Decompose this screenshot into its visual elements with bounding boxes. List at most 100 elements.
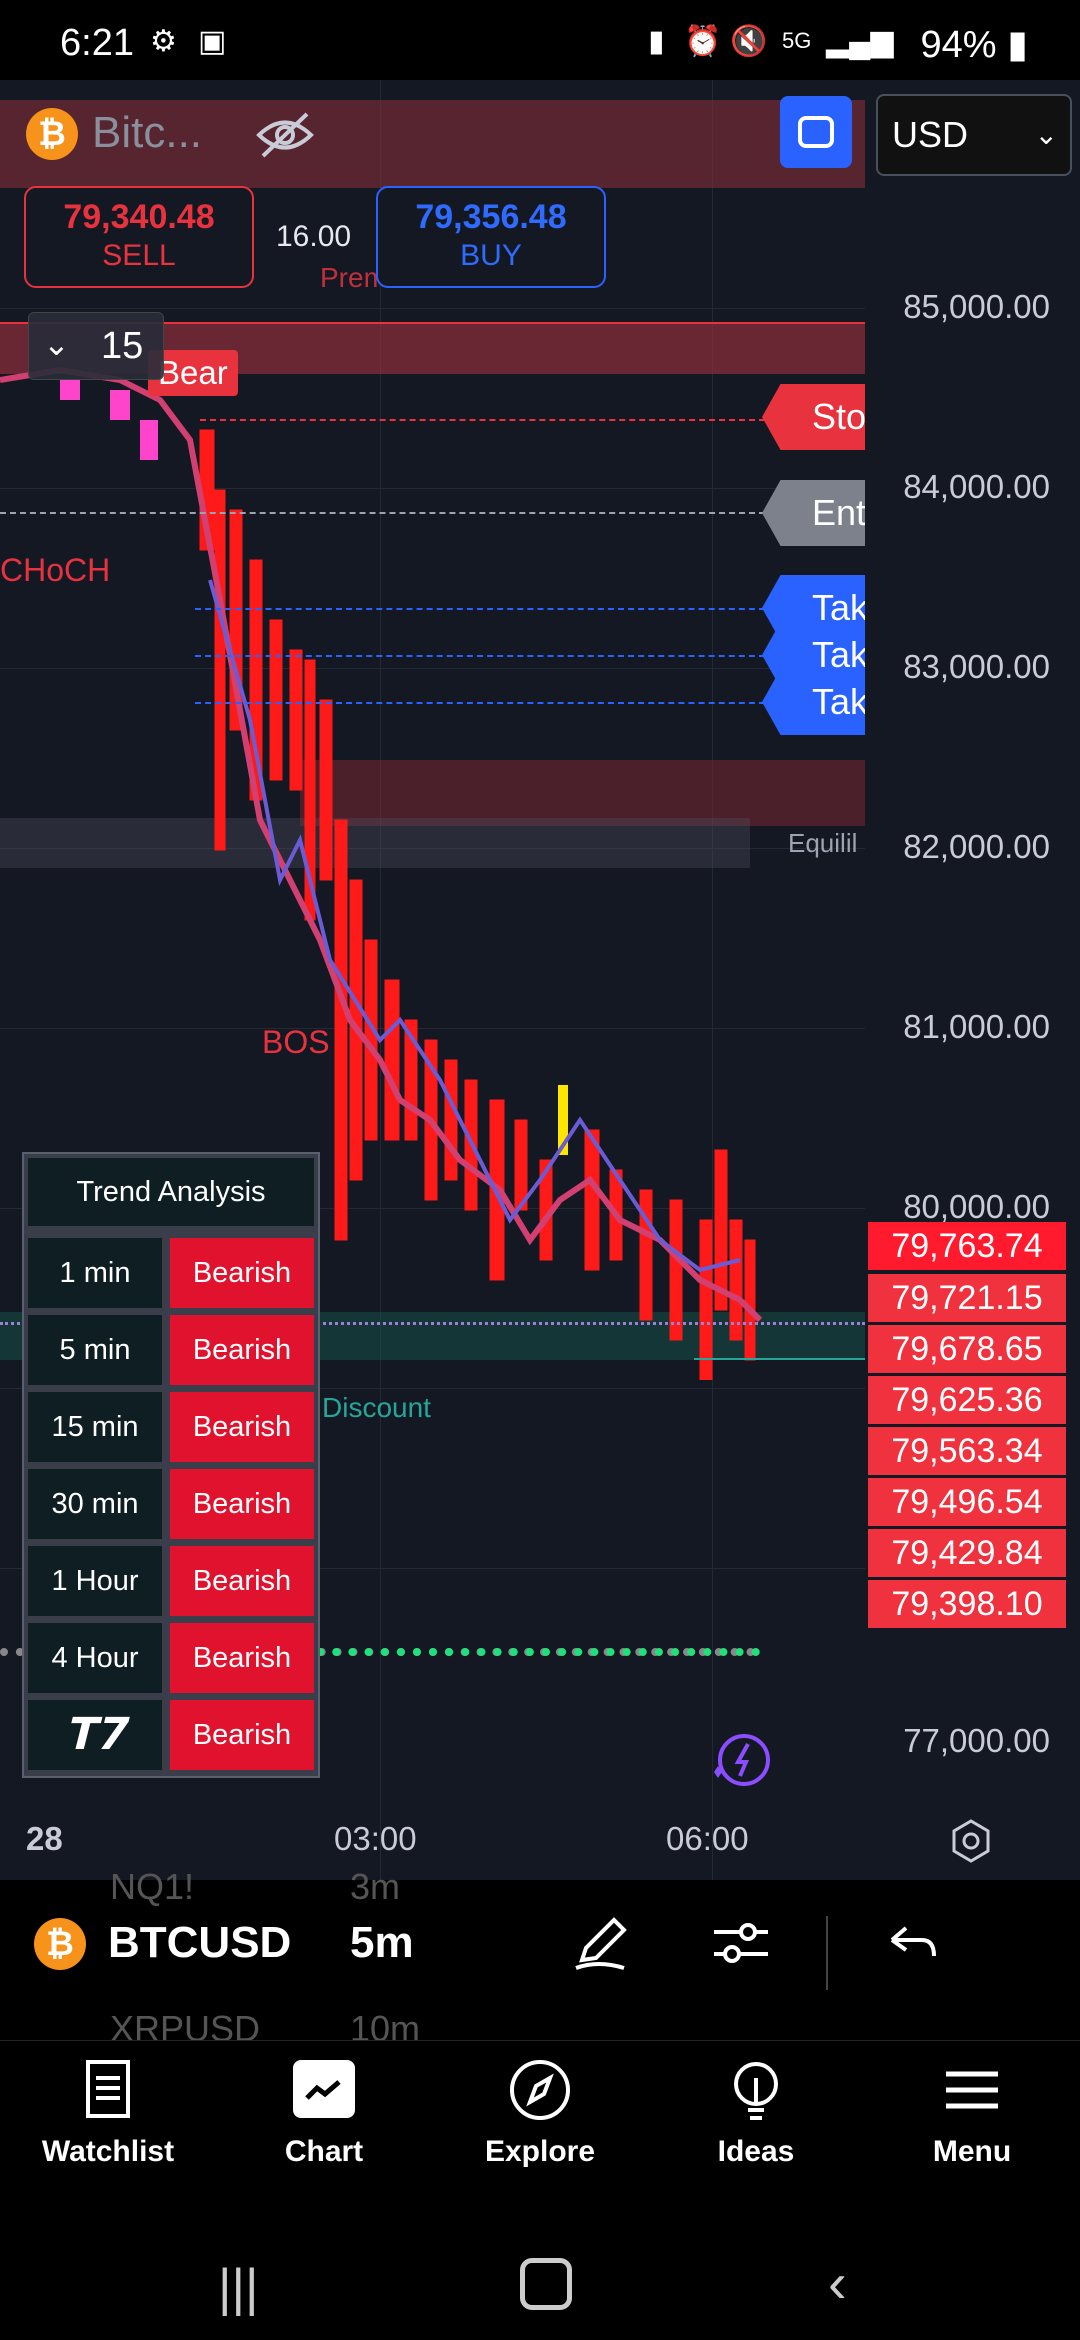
sell-price: 79,340.48 [63,198,215,236]
trend-timeframe: 15 min [28,1392,162,1462]
ghost-next-symbol: XRPUSD [110,2008,261,2040]
toolbar-symbol[interactable]: BTCUSD [108,1918,291,1968]
price-axis-label: 83,000.00 [903,648,1050,685]
trend-analysis-table: Trend Analysis 1 min Bearish 5 min Beari… [22,1152,320,1778]
buy-button[interactable]: 79,356.48 BUY [376,186,606,288]
chevron-down-icon: ⌄ [43,326,70,362]
status-time: 6:21 [60,22,134,64]
toolbar-divider [826,1916,828,1990]
home-icon[interactable] [520,2258,572,2310]
trend-timeframe: 30 min [28,1469,162,1539]
volume-dots-green [300,1648,760,1656]
menu-icon [946,2071,998,2109]
chart-icon [293,2060,355,2118]
trend-row: 5 min Bearish [28,1315,314,1385]
pencil-icon[interactable] [568,1910,634,1976]
take-profit-line-1 [195,608,765,610]
nav-label: Menu [932,2135,1012,2168]
alarm-icon: ⏰ [684,25,722,58]
status-bar: 6:21 ⚙ ▣ ▮ ⏰ 🔇 5G ▂▄▆ 94% ▮ [0,0,1080,80]
take-profit-line-2 [195,655,765,657]
buy-price: 79,356.48 [415,198,567,236]
trend-table-title: Trend Analysis [28,1158,314,1226]
price-tag: 79,429.84 [868,1529,1066,1577]
price-axis-label: 77,000.00 [903,1722,1050,1759]
price-tag: 79,721.15 [868,1274,1066,1322]
trend-row: 30 min Bearish [28,1469,314,1539]
nav-explore[interactable]: Explore [450,2058,630,2169]
discount-line [694,1358,865,1360]
price-tag: 79,496.54 [868,1478,1066,1526]
mute-icon: 🔇 [730,25,768,58]
tradingview-logo-icon: 𝗧𝟳 [28,1700,162,1770]
ghost-prev-interval: 3m [350,1866,401,1907]
ai-spark-icon[interactable] [704,1726,774,1796]
interval-chip[interactable]: ⌄ 15 [28,312,164,380]
image-icon: ▣ [198,25,227,58]
trend-signal: Bearish [170,1623,314,1693]
trend-signal: Bearish [170,1315,314,1385]
trend-row: 15 min Bearish [28,1392,314,1462]
equilibrium-label: Equilil [788,828,858,858]
notification-icon: ⚙ [150,25,177,58]
take-profit-tag-3: Tak [762,669,865,735]
price-axis-label: 84,000.00 [903,468,1050,505]
system-nav-bar: ||| ‹ [0,2220,1080,2340]
bos-label: BOS [262,1024,330,1060]
discount-label: Discount [322,1392,431,1423]
entry-tag: Entr [762,480,865,546]
price-tag: 79,625.36 [868,1376,1066,1424]
compass-icon [510,2060,570,2120]
ghost-next-interval: 10m [350,2008,421,2040]
hide-eye-icon[interactable] [255,110,315,165]
trend-timeframe: 4 Hour [28,1623,162,1693]
buy-label: BUY [460,239,522,272]
currency-select[interactable]: USD ⌄ [876,94,1072,176]
trend-row: 4 Hour Bearish [28,1623,314,1693]
signal-icon: ▂▄▆ [826,25,894,58]
back-icon[interactable]: ‹ [828,2250,847,2315]
toolbar-interval[interactable]: 5m [350,1918,414,1968]
network-5g-icon: 5G [782,28,812,53]
price-axis-label: 81,000.00 [903,1008,1050,1045]
chevron-down-icon: ⌄ [1034,119,1058,150]
fullscreen-button[interactable] [780,96,852,168]
time-axis-label: 06:00 [666,1820,749,1857]
price-axis-label: 80,000.00 [903,1188,1050,1225]
trend-timeframe: 1 Hour [28,1546,162,1616]
trend-row: 1 Hour Bearish [28,1546,314,1616]
choch-label: CHoCH [0,552,111,588]
nav-label: Watchlist [41,2135,175,2168]
trend-signal: Bearish [170,1238,314,1308]
price-tag: 79,563.34 [868,1427,1066,1475]
price-tag: 79,398.10 [868,1580,1066,1628]
currency-value: USD [892,114,969,155]
nav-chart[interactable]: Chart [234,2058,414,2169]
watchlist-icon [86,2060,130,2118]
entry-level-line [0,512,765,514]
symbol-name[interactable]: Bitc... [92,108,202,158]
nav-ideas[interactable]: Ideas [666,2058,846,2169]
sell-button[interactable]: 79,340.48 SELL [24,186,254,288]
trend-timeframe: 5 min [28,1315,162,1385]
trend-signal: Bearish [170,1546,314,1616]
bitcoin-icon: ₿ [26,108,78,160]
bitcoin-icon: ₿ [34,1918,86,1970]
recent-apps-icon[interactable]: ||| [218,2258,259,2318]
stop-level-line [200,419,765,421]
nav-watchlist[interactable]: Watchlist [18,2058,198,2169]
trend-signal: Bearish [170,1700,314,1770]
nav-label: Ideas [717,2135,795,2168]
nav-menu[interactable]: Menu [882,2058,1062,2169]
battery-saver-icon: ▮ [648,25,665,58]
sell-label: SELL [102,239,176,272]
price-axis-label: 82,000.00 [903,828,1050,865]
trend-timeframe: 1 min [28,1238,162,1308]
trend-row: 1 min Bearish [28,1238,314,1308]
trend-row: 𝗧𝟳 Bearish [28,1700,314,1770]
take-profit-line-3 [195,702,765,704]
indicators-icon[interactable] [708,1910,774,1976]
undo-icon[interactable] [884,1916,940,1972]
price-tag: 79,678.65 [868,1325,1066,1373]
chart-settings-icon[interactable] [948,1818,994,1864]
